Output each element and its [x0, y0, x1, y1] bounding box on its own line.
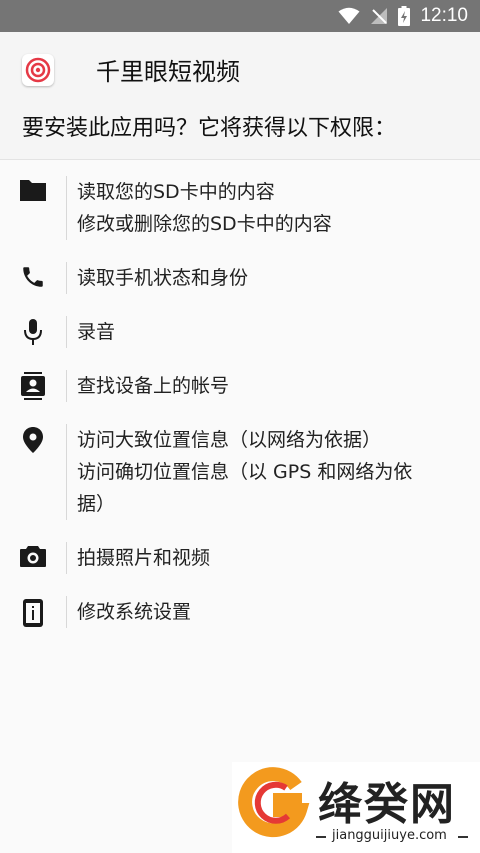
install-header: 千里眼短视频 要安装此应用吗？它将获得以下权限： [0, 32, 480, 160]
permission-item-microphone: 录音 [0, 316, 480, 348]
watermark-title: 绛癸网 [318, 779, 456, 830]
watermark: 绛癸网 jiangguijiuye.com [232, 762, 480, 853]
watermark-divider [458, 836, 468, 838]
permission-item-location: 访问大致位置信息（以网络为依据） 访问确切位置信息（以 GPS 和网络为依 据） [0, 424, 480, 520]
permission-text: 读取手机状态和身份 [77, 267, 249, 289]
permission-text: 据） [77, 493, 116, 515]
permission-text: 查找设备上的帐号 [77, 375, 230, 397]
permission-text: 录音 [77, 321, 116, 343]
watermark-url: jiangguijiuye.com [332, 828, 447, 843]
permission-text: 拍摄照片和视频 [77, 547, 211, 569]
watermark-logo-icon [236, 766, 310, 844]
no-signal-icon [370, 7, 388, 25]
permission-item-accounts: 查找设备上的帐号 [0, 370, 480, 402]
permission-text: 修改系统设置 [77, 601, 192, 623]
location-pin-icon [0, 424, 66, 454]
camera-icon [0, 542, 66, 568]
folder-icon [0, 176, 66, 202]
battery-charging-icon [398, 6, 411, 26]
status-bar: 12:10 [0, 0, 480, 32]
app-logo-icon [22, 54, 54, 86]
permission-list: 读取您的SD卡中的内容 修改或删除您的SD卡中的内容 读取手机状态和身份 录音 … [0, 176, 480, 628]
microphone-icon [0, 316, 66, 346]
phone-icon [0, 262, 66, 290]
settings-phone-icon [0, 596, 66, 628]
install-question: 要安装此应用吗？它将获得以下权限： [22, 116, 397, 141]
permission-text: 读取您的SD卡中的内容 [77, 181, 275, 203]
app-name: 千里眼短视频 [96, 58, 240, 86]
permission-item-phone: 读取手机状态和身份 [0, 262, 480, 294]
permission-text: 修改或删除您的SD卡中的内容 [77, 213, 332, 235]
watermark-divider [316, 836, 326, 838]
permission-text: 访问大致位置信息（以网络为依据） [77, 429, 382, 451]
permission-item-system-settings: 修改系统设置 [0, 596, 480, 628]
permission-text: 访问确切位置信息（以 GPS 和网络为依 [77, 461, 413, 483]
permission-item-camera: 拍摄照片和视频 [0, 542, 480, 574]
permission-item-storage: 读取您的SD卡中的内容 修改或删除您的SD卡中的内容 [0, 176, 480, 240]
wifi-icon [338, 7, 360, 25]
clock-time: 12:10 [420, 5, 468, 26]
contacts-icon [0, 370, 66, 400]
